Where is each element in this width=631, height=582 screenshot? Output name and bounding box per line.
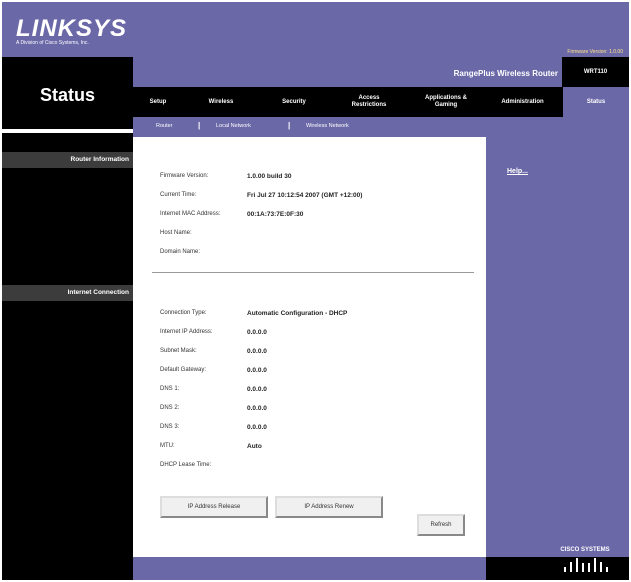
subtab-wireless-network[interactable]: Wireless Network [306, 123, 349, 129]
value-current-time: Fri Jul 27 10:12:54 2007 (GMT +12:00) [247, 192, 363, 199]
value-default-gateway: 0.0.0.0 [247, 367, 267, 374]
cisco-logo-icon [564, 558, 608, 572]
section-divider [152, 272, 474, 273]
tab-access-restrictions[interactable]: Access Restrictions [329, 87, 409, 117]
label-dns2: DNS 2: [160, 405, 180, 411]
subtab-router[interactable]: Router [156, 123, 173, 129]
label-subnet-mask: Subnet Mask: [160, 348, 197, 354]
subtab-local-network[interactable]: Local Network [216, 123, 251, 129]
tab-status[interactable]: Status [563, 87, 629, 117]
product-name: RangePlus Wireless Router [453, 69, 558, 78]
subtab-separator: | [198, 121, 201, 130]
tab-applications-gaming[interactable]: Applications & Gaming [410, 87, 482, 117]
section-internet-connection: Internet Connection [2, 285, 133, 301]
router-admin-page: LINKSYS A Division of Cisco Systems, Inc… [2, 2, 629, 580]
label-current-time: Current Time: [160, 192, 197, 198]
label-mac-address: Internet MAC Address: [160, 211, 221, 217]
label-default-gateway: Default Gateway: [160, 367, 207, 373]
sub-nav [133, 117, 629, 137]
tab-setup[interactable]: Setup [133, 87, 183, 117]
cisco-logo-text: CISCO SYSTEMS [560, 547, 610, 553]
label-dns3: DNS 3: [160, 424, 180, 430]
section-router-information: Router Information [2, 152, 133, 168]
title-divider [2, 129, 133, 133]
value-mtu: Auto [247, 443, 262, 450]
value-connection-type: Automatic Configuration - DHCP [247, 310, 348, 317]
footer-mid [133, 557, 486, 580]
section-label: Router Information [70, 156, 130, 163]
value-mac-address: 00:1A:73:7E:0F:30 [247, 211, 304, 218]
section-label: Internet Connection [67, 289, 129, 296]
value-dns3: 0.0.0.0 [247, 424, 267, 431]
label-dns1: DNS 1: [160, 386, 180, 392]
refresh-button[interactable]: Refresh [417, 514, 465, 536]
linksys-logo: LINKSYS [16, 15, 128, 42]
subtab-separator: | [288, 121, 291, 130]
tab-wireless[interactable]: Wireless [192, 87, 250, 117]
label-connection-type: Connection Type: [160, 310, 207, 316]
logo-subtext: A Division of Cisco Systems, Inc. [16, 40, 89, 46]
tab-administration[interactable]: Administration [483, 87, 562, 117]
main-content [133, 137, 486, 557]
value-dns2: 0.0.0.0 [247, 405, 267, 412]
ip-address-release-button[interactable]: IP Address Release [160, 496, 268, 518]
help-link[interactable]: Help... [507, 168, 528, 175]
label-firmware-version: Firmware Version: [160, 173, 209, 179]
label-host-name: Host Name: [160, 230, 192, 236]
help-panel [486, 137, 629, 557]
value-firmware-version: 1.0.00 build 30 [247, 173, 292, 180]
ip-address-renew-button[interactable]: IP Address Renew [275, 496, 383, 518]
value-internet-ip: 0.0.0.0 [247, 329, 267, 336]
tab-security[interactable]: Security [264, 87, 324, 117]
model-badge: WRT110 [562, 57, 629, 87]
label-dhcp-lease-time: DHCP Lease Time: [160, 462, 212, 468]
left-sidebar [2, 137, 133, 557]
firmware-version-header: Firmware Version: 1.0.00 [567, 49, 623, 55]
page-title: Status [39, 85, 95, 105]
value-dns1: 0.0.0.0 [247, 386, 267, 393]
value-subnet-mask: 0.0.0.0 [247, 348, 267, 355]
label-mtu: MTU: [160, 443, 175, 449]
label-internet-ip: Internet IP Address: [160, 329, 213, 335]
label-domain-name: Domain Name: [160, 249, 201, 255]
